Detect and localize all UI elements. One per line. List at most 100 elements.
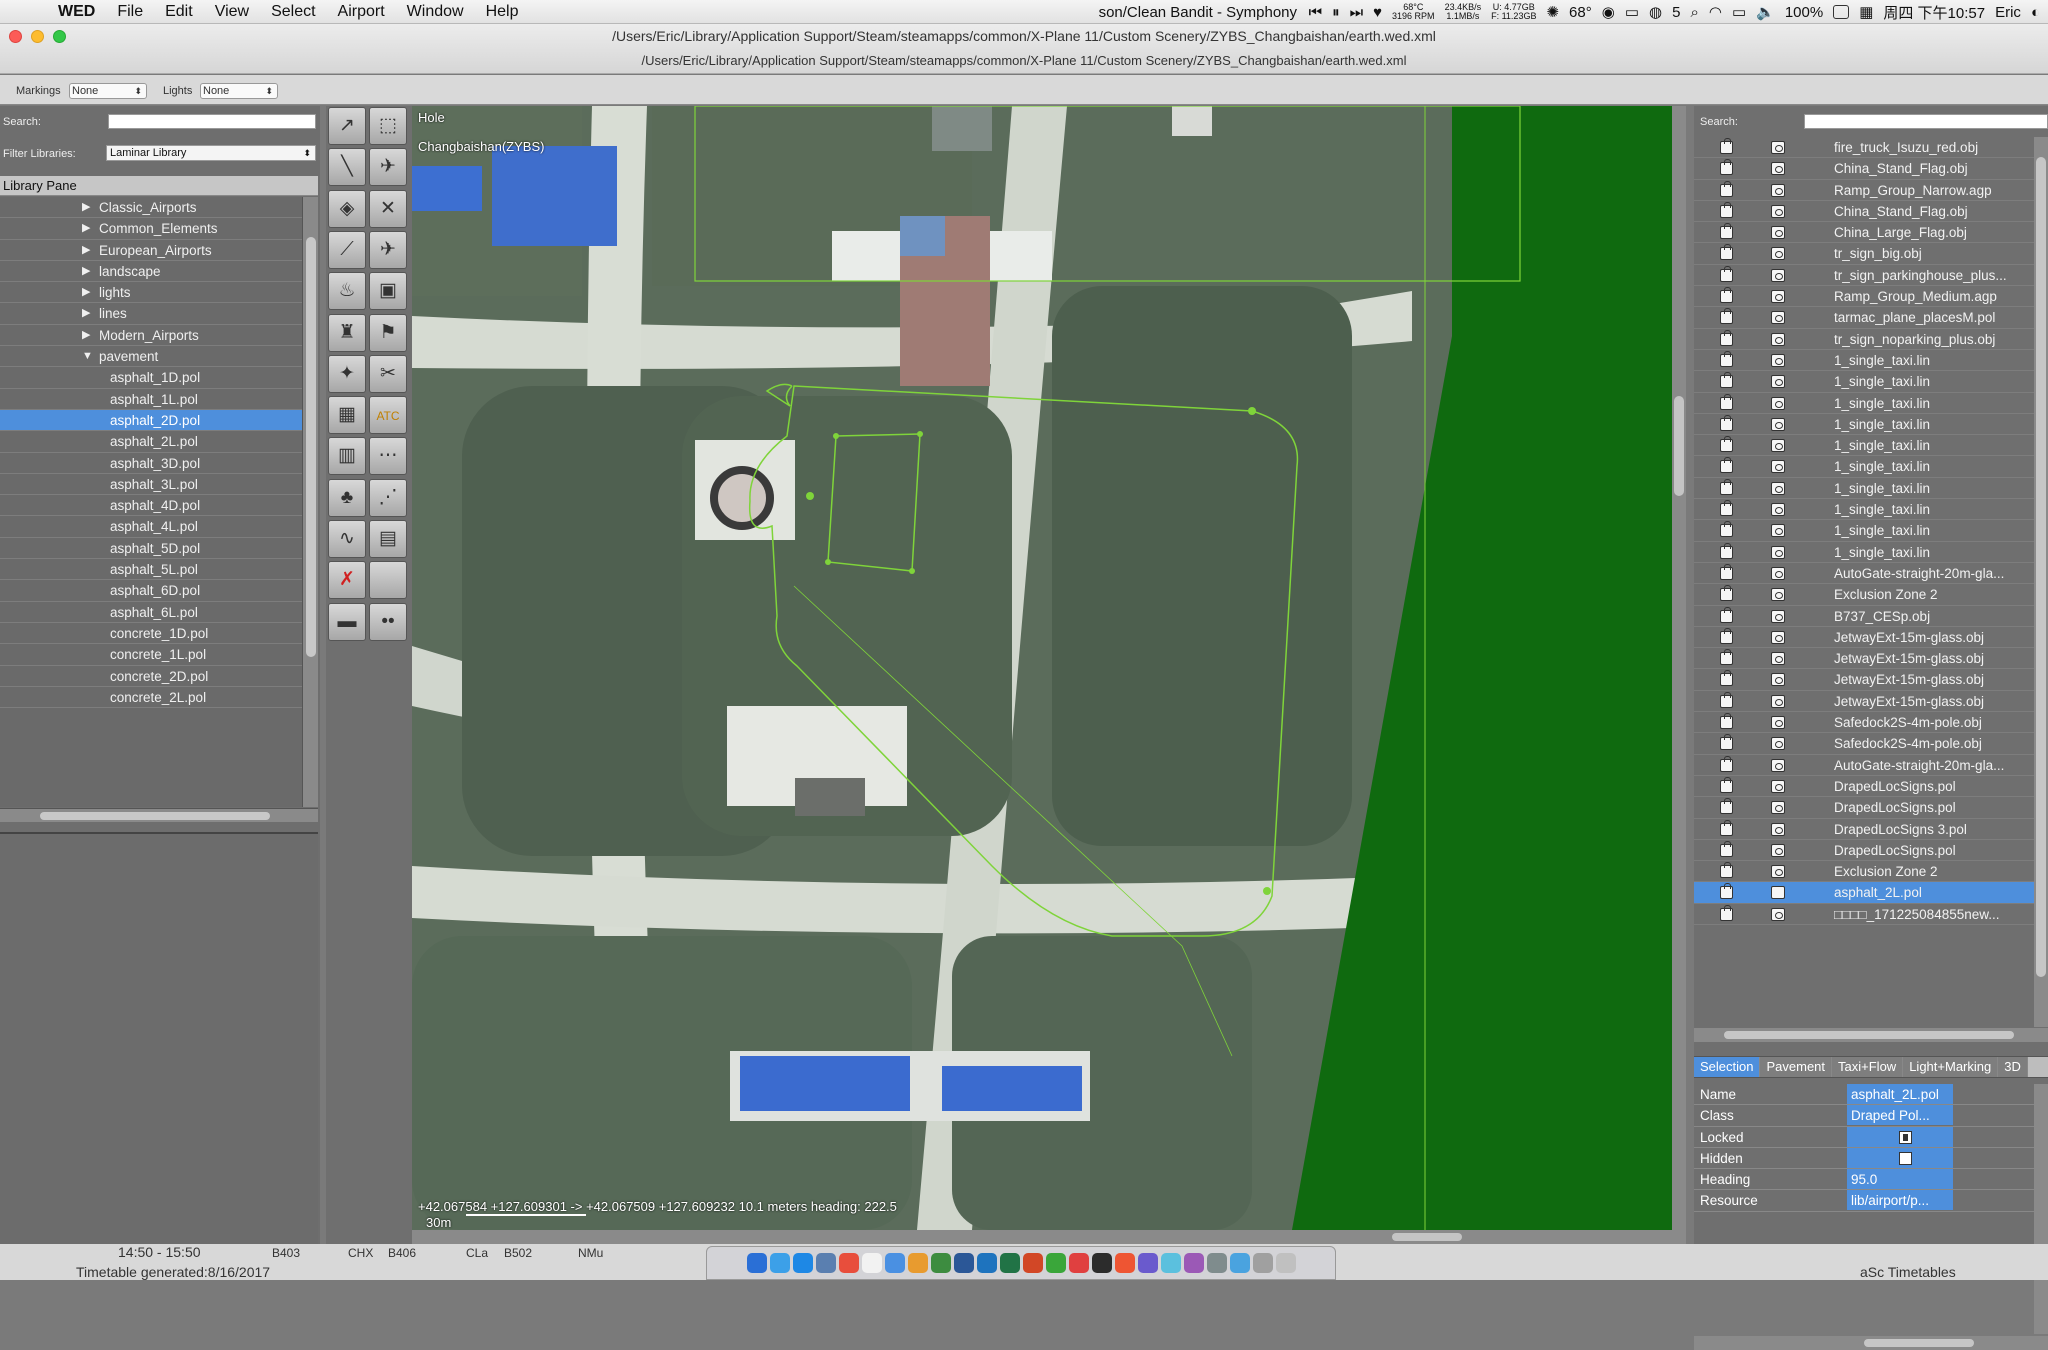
lock-toggle-icon[interactable] (1720, 563, 1733, 580)
visibility-toggle-icon[interactable] (1771, 162, 1785, 176)
library-file-item[interactable]: asphalt_1L.pol (0, 389, 302, 410)
visibility-toggle-icon[interactable] (1771, 396, 1785, 410)
locked-checkbox[interactable] (1899, 1130, 1912, 1144)
dock-app-icon[interactable] (976, 1253, 997, 1273)
library-folder-item[interactable]: ▶ lines (0, 303, 302, 325)
visibility-toggle-icon[interactable] (1771, 907, 1785, 921)
disclosure-open-icon[interactable]: ▼ (82, 346, 93, 367)
dock-app-icon[interactable] (1229, 1253, 1250, 1273)
lock-toggle-icon[interactable] (1720, 776, 1733, 793)
dock-app-icon[interactable] (1045, 1253, 1066, 1273)
property-value[interactable]: Draped Pol... (1847, 1105, 1953, 1126)
lock-toggle-icon[interactable] (1720, 180, 1733, 197)
hierarchy-row[interactable]: Exclusion Zone 2 (1694, 861, 2034, 883)
lock-toggle-icon[interactable] (1720, 308, 1733, 325)
hierarchy-row[interactable]: 1_single_taxi.lin (1694, 478, 2034, 500)
airplay-icon[interactable]: ▭ (1732, 3, 1746, 21)
property-value[interactable]: asphalt_2L.pol (1847, 1084, 1953, 1104)
visibility-toggle-icon[interactable] (1771, 673, 1785, 687)
lock-toggle-icon[interactable] (1720, 500, 1733, 517)
dock-app-icon[interactable] (1022, 1253, 1043, 1273)
visibility-toggle-icon[interactable] (1771, 737, 1785, 751)
scrollbar-thumb[interactable] (1674, 396, 1684, 496)
battery-icon[interactable] (1833, 5, 1850, 19)
visibility-toggle-icon[interactable] (1771, 843, 1785, 857)
lock-toggle-icon[interactable] (1720, 350, 1733, 367)
library-search-input[interactable] (108, 114, 316, 129)
hierarchy-row[interactable]: 1_single_taxi.lin (1694, 393, 2034, 414)
hierarchy-row[interactable]: asphalt_2L.pol (1694, 882, 2034, 904)
library-file-item[interactable]: asphalt_2D.pol (0, 409, 302, 432)
boundary-tool[interactable]: ✂ (369, 354, 407, 393)
library-file-item[interactable]: asphalt_6L.pol (0, 602, 302, 623)
hierarchy-row[interactable]: □□□□_171225084855new... (1694, 904, 2034, 925)
map-horizontal-scrollbar[interactable] (412, 1230, 1686, 1244)
helipad-tool[interactable]: ◈ (328, 189, 366, 228)
library-file-item[interactable]: asphalt_3L.pol (0, 474, 302, 496)
lock-toggle-icon[interactable] (1720, 606, 1733, 623)
dock-app-icon[interactable] (884, 1253, 905, 1273)
property-value[interactable]: lib/airport/p... (1847, 1190, 1953, 1211)
hierarchy-row[interactable]: Ramp_Group_Medium.agp (1694, 286, 2034, 308)
dock-app-icon[interactable] (1091, 1253, 1112, 1273)
visibility-toggle-icon[interactable] (1771, 779, 1785, 793)
battery-percent[interactable]: 100% (1785, 4, 1823, 21)
wechat-icon[interactable]: ◍ (1649, 3, 1662, 21)
prev-track-icon[interactable]: ⏮ (1309, 4, 1323, 21)
vertex-tool[interactable]: ↗ (328, 107, 366, 145)
polygon-tool[interactable]: ∿ (328, 520, 366, 558)
user-name[interactable]: Eric (1995, 4, 2021, 21)
now-playing[interactable]: son/Clean Bandit - Symphony (1099, 4, 1299, 21)
visibility-toggle-icon[interactable] (1771, 353, 1785, 367)
hierarchy-row[interactable]: AutoGate-straight-20m-gla... (1694, 755, 2034, 776)
dock-app-icon[interactable] (953, 1253, 974, 1273)
menu-select[interactable]: Select (271, 3, 315, 21)
visibility-toggle-icon[interactable] (1771, 609, 1785, 623)
disk-stats[interactable]: U: 4.77GB F: 11.23GB (1491, 3, 1536, 21)
library-vertical-scrollbar[interactable] (302, 197, 318, 807)
map-view[interactable]: Hole Changbaishan(ZYBS) +42.067584 +127.… (412, 106, 1672, 1230)
disclosure-closed-icon[interactable]: ▶ (82, 261, 90, 282)
library-file-item[interactable]: asphalt_5D.pol (0, 538, 302, 560)
library-file-item[interactable]: asphalt_3D.pol (0, 453, 302, 474)
library-file-item[interactable]: asphalt_4L.pol (0, 516, 302, 538)
visibility-toggle-icon[interactable] (1771, 290, 1785, 304)
hierarchy-row[interactable]: Ramp_Group_Narrow.agp (1694, 180, 2034, 201)
menu-view[interactable]: View (215, 3, 249, 21)
disclosure-closed-icon[interactable]: ▶ (82, 197, 90, 218)
marquee-tool[interactable]: ⬚ (369, 107, 407, 145)
visibility-toggle-icon[interactable] (1771, 375, 1785, 389)
scrollbar-thumb[interactable] (2036, 157, 2046, 977)
beacon-tool[interactable]: ✦ (328, 354, 366, 393)
lock-toggle-icon[interactable] (1720, 755, 1733, 772)
visibility-toggle-icon[interactable] (1771, 183, 1785, 197)
line-tool[interactable]: ⋰ (369, 478, 407, 517)
dock-app-icon[interactable] (1137, 1253, 1158, 1273)
visibility-toggle-icon[interactable] (1771, 524, 1785, 538)
scrollbar-thumb[interactable] (306, 237, 316, 657)
tower-viewpoint-tool[interactable]: ♜ (328, 313, 366, 352)
dock-app-icon[interactable] (1160, 1253, 1181, 1273)
property-value[interactable] (1847, 1126, 1953, 1147)
scrollbar-thumb[interactable] (40, 812, 270, 820)
visibility-toggle-icon[interactable] (1771, 503, 1785, 517)
lock-toggle-icon[interactable] (1720, 436, 1733, 453)
hierarchy-row[interactable]: DrapedLocSigns.pol (1694, 797, 2034, 819)
atc-frequency-tool[interactable]: ATC (369, 396, 407, 435)
dock-app-icon[interactable] (1183, 1253, 1204, 1273)
pause-icon[interactable]: ⏸ (1332, 4, 1340, 21)
dock-app-icon[interactable] (1068, 1253, 1089, 1273)
visibility-toggle-icon[interactable] (1771, 141, 1785, 154)
weather-temp[interactable]: 68° (1569, 4, 1592, 21)
sign-tool[interactable]: ▣ (369, 272, 407, 311)
menu-edit[interactable]: Edit (165, 3, 193, 21)
library-file-item[interactable]: asphalt_6D.pol (0, 580, 302, 602)
light-fixture-tool[interactable]: ♨ (328, 272, 366, 311)
lock-toggle-icon[interactable] (1720, 840, 1733, 857)
truck-destination-tool[interactable]: •• (369, 602, 407, 641)
lock-toggle-icon[interactable] (1720, 159, 1733, 176)
hierarchy-row[interactable]: China_Large_Flag.obj (1694, 222, 2034, 244)
visibility-toggle-icon[interactable] (1771, 226, 1785, 240)
visibility-toggle-icon[interactable] (1771, 865, 1785, 879)
library-folder-item[interactable]: ▼ pavement (0, 346, 302, 368)
